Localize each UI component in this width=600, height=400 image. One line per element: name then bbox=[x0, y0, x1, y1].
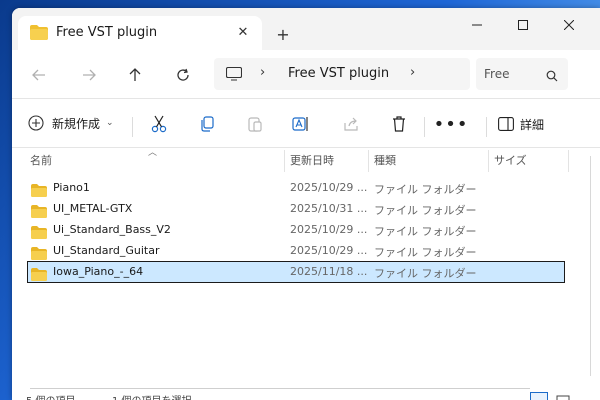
plus-circle-icon bbox=[28, 115, 44, 131]
file-name: UI_Standard_Guitar bbox=[53, 244, 160, 257]
maximize-button[interactable] bbox=[500, 8, 546, 42]
breadcrumb-current[interactable]: Free VST plugin bbox=[288, 66, 389, 81]
new-button-label: 新規作成 bbox=[52, 116, 101, 131]
tab-free-vst-plugin[interactable]: Free VST plugin ✕ bbox=[18, 16, 262, 50]
scrollbar-track[interactable] bbox=[590, 156, 591, 376]
file-type: ファイル フォルダー bbox=[374, 183, 477, 196]
search-box[interactable]: Free bbox=[476, 58, 568, 90]
column-divider[interactable] bbox=[488, 150, 489, 172]
file-date: 2025/10/31 ... bbox=[290, 202, 368, 215]
share-icon[interactable] bbox=[338, 111, 364, 137]
minimize-button[interactable] bbox=[454, 8, 500, 42]
monitor-icon bbox=[225, 66, 243, 85]
breadcrumb-chevron-icon[interactable]: › bbox=[260, 65, 265, 80]
file-date: 2025/11/18 ... bbox=[290, 265, 368, 278]
up-arrow-icon[interactable] bbox=[122, 62, 148, 88]
file-type: ファイル フォルダー bbox=[374, 246, 477, 259]
file-date: 2025/10/29 ... bbox=[290, 244, 368, 257]
status-bar: 5 個の項目 1 個の項目を選択 bbox=[12, 380, 600, 400]
new-tab-button[interactable]: + bbox=[272, 24, 294, 46]
file-type: ファイル フォルダー bbox=[374, 204, 477, 217]
file-name: Iowa_Piano_-_64 bbox=[53, 265, 144, 278]
back-arrow-icon[interactable] bbox=[26, 62, 52, 88]
address-bar[interactable]: › Free VST plugin › bbox=[214, 58, 470, 90]
file-row[interactable]: Piano1 2025/10/29 ... ファイル フォルダー bbox=[28, 178, 564, 198]
file-type: ファイル フォルダー bbox=[374, 225, 477, 238]
more-options-icon[interactable]: ••• bbox=[434, 111, 468, 137]
file-row[interactable]: Ui_Standard_Bass_V2 2025/10/29 ... ファイル … bbox=[28, 220, 564, 240]
file-name: Piano1 bbox=[53, 181, 90, 194]
file-row[interactable]: UI_Standard_Guitar 2025/10/29 ... ファイル フ… bbox=[28, 241, 564, 261]
column-header-date[interactable]: 更新日時 bbox=[290, 152, 334, 168]
file-date: 2025/10/29 ... bbox=[290, 223, 368, 236]
file-row[interactable]: UI_METAL-GTX 2025/10/31 ... ファイル フォルダー bbox=[28, 199, 564, 219]
item-count: 5 個の項目 bbox=[26, 392, 76, 400]
column-divider[interactable] bbox=[568, 150, 569, 172]
details-view-icon[interactable] bbox=[530, 392, 548, 400]
close-window-button[interactable] bbox=[546, 8, 592, 42]
column-header-name[interactable]: 名前 bbox=[30, 152, 52, 168]
column-divider[interactable] bbox=[284, 150, 285, 172]
trash-icon[interactable] bbox=[386, 111, 412, 137]
tiles-view-icon[interactable] bbox=[556, 392, 572, 400]
column-header-size[interactable]: サイズ bbox=[494, 152, 527, 168]
details-label: 詳細 bbox=[520, 117, 545, 132]
sort-up-icon: ︿ bbox=[148, 148, 158, 158]
details-pane-icon bbox=[498, 117, 514, 131]
copy-icon[interactable] bbox=[194, 111, 220, 137]
rename-icon[interactable] bbox=[288, 111, 314, 137]
column-header-type[interactable]: 種類 bbox=[374, 152, 396, 168]
search-input[interactable]: Free bbox=[484, 67, 509, 81]
vertical-scrollbar[interactable] bbox=[588, 156, 594, 376]
close-tab-icon[interactable]: ✕ bbox=[232, 22, 254, 44]
horizontal-scrollbar[interactable] bbox=[30, 388, 530, 389]
paste-icon[interactable] bbox=[242, 111, 268, 137]
file-explorer-window: Free VST plugin ✕ + › Free VST plugin › … bbox=[12, 8, 600, 400]
divider bbox=[132, 117, 133, 137]
search-icon[interactable] bbox=[546, 67, 558, 86]
navigation-bar: › Free VST plugin › Free bbox=[12, 50, 600, 98]
file-row-selected[interactable]: Iowa_Piano_-_64 2025/11/18 ... ファイル フォルダ… bbox=[27, 261, 565, 285]
details-pane-button[interactable]: 詳細 bbox=[498, 111, 544, 137]
breadcrumb-chevron-icon[interactable]: › bbox=[410, 65, 415, 80]
folder-icon bbox=[31, 266, 47, 285]
file-date: 2025/10/29 ... bbox=[290, 181, 368, 194]
scissors-icon[interactable] bbox=[146, 111, 172, 137]
divider bbox=[486, 117, 487, 137]
selected-count: 1 個の項目を選択 bbox=[112, 392, 192, 400]
divider bbox=[424, 117, 425, 137]
forward-arrow-icon[interactable] bbox=[76, 62, 102, 88]
tab-title: Free VST plugin bbox=[56, 25, 158, 40]
new-button[interactable]: 新規作成 ⌄ bbox=[28, 111, 114, 135]
command-bar: 新規作成 ⌄ ••• 詳細 bbox=[12, 99, 600, 147]
folder-icon bbox=[30, 25, 48, 44]
file-type: ファイル フォルダー bbox=[374, 267, 477, 280]
column-divider[interactable] bbox=[368, 150, 369, 172]
refresh-icon[interactable] bbox=[170, 62, 196, 88]
file-name: Ui_Standard_Bass_V2 bbox=[53, 223, 171, 236]
column-headers: ︿ 名前 更新日時 種類 サイズ bbox=[12, 148, 600, 172]
chevron-down-icon: ⌄ bbox=[106, 118, 114, 128]
file-name: UI_METAL-GTX bbox=[53, 202, 133, 215]
title-bar: Free VST plugin ✕ + bbox=[12, 8, 600, 50]
